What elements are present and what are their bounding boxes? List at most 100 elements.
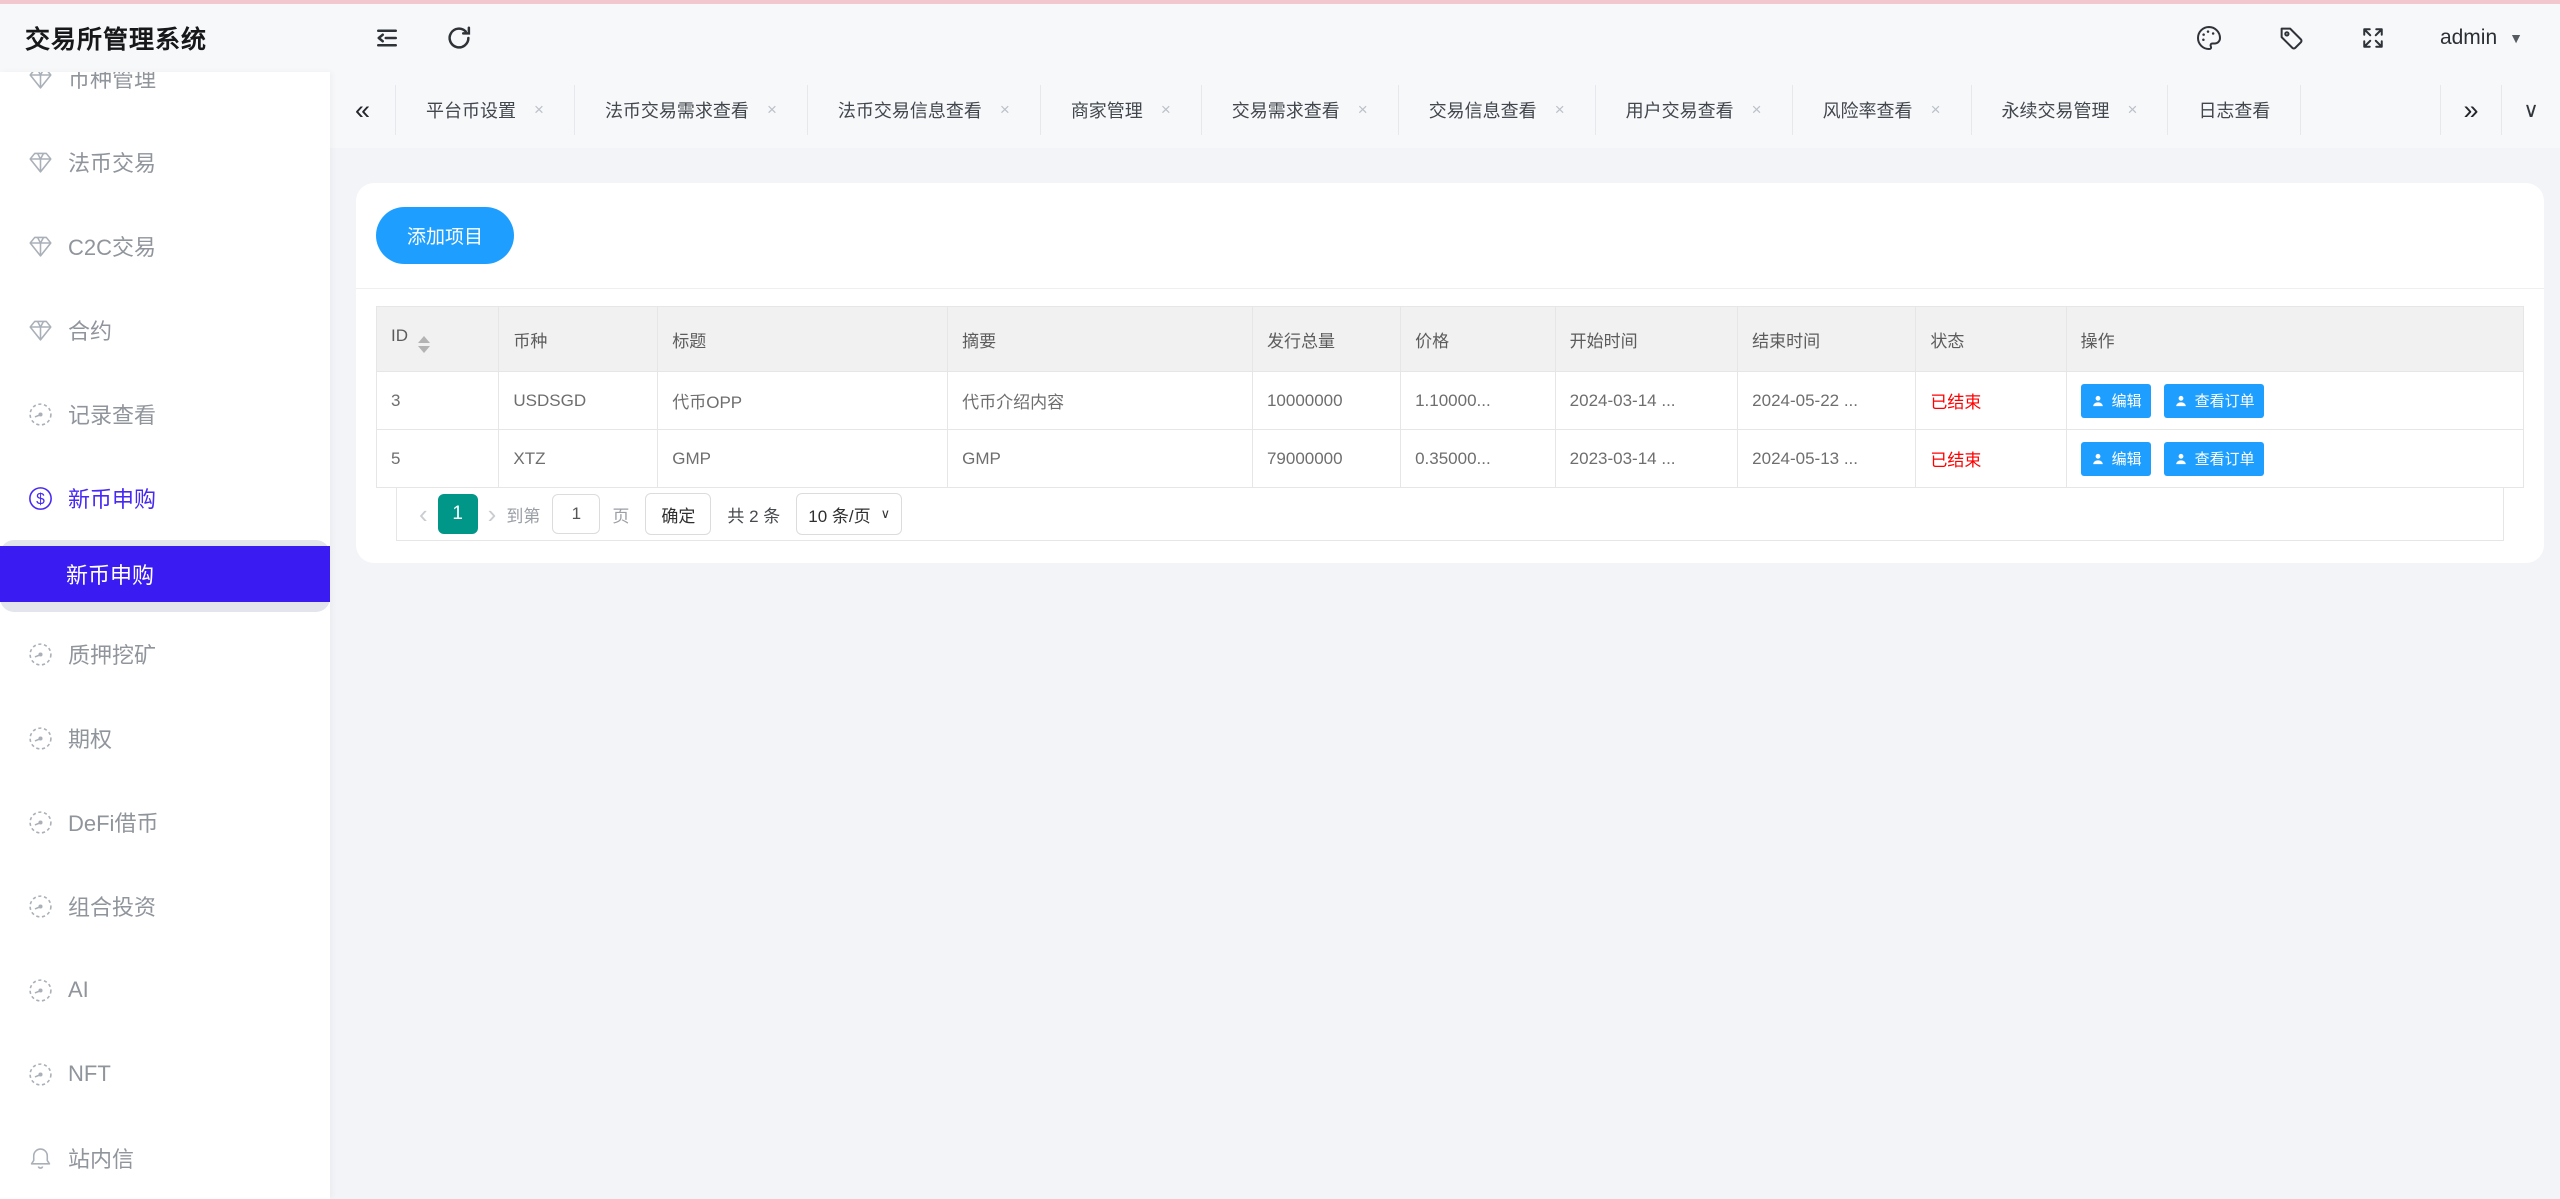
column-label: 开始时间 [1569, 331, 1638, 351]
sidebar-item-label: 合约 [68, 319, 113, 344]
sidebar-item-label: 期权 [68, 727, 113, 752]
page-size-select[interactable]: 10 条/页 ∨ [796, 493, 903, 535]
data-table: ID 币种 标题 摘要 发行总量 价格 开始时间 结束时间 状态 操作 3 USDSGD 代币OPP 代… [375, 306, 2525, 488]
tab-list: 平台币设置 × 法币交易需求查看 × 法币交易信息查看 × 商家管理 × 交易需求查看 × 交易信息… [396, 85, 2440, 135]
tab-label: 法币交易需求查看 [604, 101, 749, 121]
tab-close-icon[interactable]: × [767, 100, 777, 120]
view-orders-button[interactable]: 查看订单 [2163, 383, 2264, 418]
column-label: 币种 [513, 331, 548, 351]
tag-icon[interactable] [2276, 23, 2306, 53]
sidebar-item[interactable]: 期权 [0, 696, 330, 780]
sidebar-item[interactable]: 记录查看 [0, 372, 330, 456]
column-header: 状态 [1915, 306, 2067, 372]
tabs-dropdown-icon[interactable]: ∨ [2502, 85, 2560, 135]
column-label: 状态 [1930, 331, 1965, 351]
tab-close-icon[interactable]: × [1000, 100, 1010, 120]
prev-page-icon[interactable]: ‹ [409, 499, 438, 530]
tabs-scroll-right-icon[interactable]: » [2440, 85, 2502, 135]
cell-actions: 编辑 查看订单 [2065, 371, 2525, 430]
sidebar-item[interactable]: 质押挖矿 [0, 612, 330, 696]
action-label: 查看订单 [2194, 451, 2255, 468]
sidebar-item[interactable]: AI [0, 948, 330, 1032]
refresh-icon[interactable] [444, 23, 474, 53]
view-orders-button[interactable]: 查看订单 [2163, 441, 2264, 476]
action-label: 编辑 [2111, 393, 2142, 410]
user-menu[interactable]: admin ▼ [2440, 26, 2523, 50]
tab-close-icon[interactable]: × [1931, 100, 1941, 120]
palette-icon[interactable] [2194, 23, 2224, 53]
tab[interactable]: 用户交易查看 × [1596, 85, 1793, 135]
page-1-button[interactable]: 1 [437, 494, 478, 534]
column-header[interactable]: ID [375, 306, 500, 372]
sidebar-item[interactable]: 币种管理 [0, 72, 330, 120]
next-page-icon[interactable]: › [478, 499, 507, 530]
tab[interactable]: 永续交易管理 × [1972, 85, 2169, 135]
pagination: ‹ 1 › 到第 页 确定 共 2 条 10 条/页 ∨ [396, 488, 2504, 541]
edit-button[interactable]: 编辑 [2080, 383, 2151, 418]
column-header: 价格 [1400, 306, 1556, 372]
sidebar-menu: 币种管理 法币交易 C2C交易 合约 记录查看 $ 新币申购 新币申购 质押挖矿 期权 DeFi借币… [0, 72, 330, 1199]
column-header: 操作 [2065, 306, 2525, 372]
sort-icon[interactable] [418, 335, 430, 353]
sidebar-item[interactable]: DeFi借币 [0, 780, 330, 864]
sidebar-item-label: DeFi借币 [68, 811, 159, 836]
add-project-button[interactable]: 添加项目 [376, 207, 515, 264]
action-label: 查看订单 [2194, 393, 2255, 410]
sidebar-item-label: 质押挖矿 [68, 643, 157, 668]
sidebar-subitem[interactable]: 新币申购 [0, 546, 330, 602]
sidebar-item[interactable]: 合约 [0, 288, 330, 372]
tab-label: 日志查看 [2198, 101, 2271, 121]
gem-icon [26, 72, 55, 93]
fullscreen-icon[interactable] [2358, 23, 2388, 53]
cell-summary: GMP [947, 429, 1253, 488]
tab-close-icon[interactable]: × [1555, 100, 1565, 120]
tab[interactable]: 平台币设置 × [396, 85, 575, 135]
tab[interactable]: 风险率查看 × [1793, 85, 1972, 135]
tab-label: 用户交易查看 [1625, 101, 1734, 121]
sidebar-item-label: 新币申购 [68, 487, 157, 512]
cell-start-time: 2024-03-14 ... [1554, 371, 1739, 430]
cell-status: 已结束 [1915, 429, 2067, 488]
tab[interactable]: 日志查看 [2168, 85, 2302, 135]
user-icon [2173, 451, 2195, 467]
sidebar-item[interactable]: $ 新币申购 [0, 456, 330, 540]
sidebar-item[interactable]: 法币交易 [0, 120, 330, 204]
tab[interactable]: 交易需求查看 × [1202, 85, 1399, 135]
tab-bar: « 平台币设置 × 法币交易需求查看 × 法币交易信息查看 × 商家管理 × 交易需求查看 × 交易… [330, 72, 2560, 148]
gem-icon [26, 148, 55, 177]
username: admin [2439, 26, 2498, 49]
table-header-row: ID 币种 标题 摘要 发行总量 价格 开始时间 结束时间 状态 操作 [375, 306, 2525, 372]
sidebar-submenu: 新币申购 [0, 540, 330, 612]
cell-start-time: 2023-03-14 ... [1554, 429, 1739, 488]
sidebar-item[interactable]: NFT [0, 1032, 330, 1116]
tab-close-icon[interactable]: × [534, 100, 544, 120]
cell-total-supply: 10000000 [1251, 371, 1402, 430]
sidebar-item[interactable]: 组合投资 [0, 864, 330, 948]
gauge-icon [26, 724, 55, 753]
gauge-icon [26, 1060, 55, 1089]
tab-label: 平台币设置 [426, 101, 516, 121]
tab-close-icon[interactable]: × [1161, 100, 1171, 120]
tab[interactable]: 交易信息查看 × [1399, 85, 1596, 135]
goto-page-input[interactable] [552, 494, 601, 534]
confirm-page-button[interactable]: 确定 [645, 493, 712, 535]
gauge-icon [26, 976, 55, 1005]
tab-close-icon[interactable]: × [1358, 100, 1368, 120]
tab[interactable]: 商家管理 × [1041, 85, 1202, 135]
collapse-menu-icon[interactable] [372, 23, 402, 53]
cell-price: 1.10000... [1400, 371, 1556, 430]
tab-close-icon[interactable]: × [1752, 100, 1762, 120]
column-label: 操作 [2080, 331, 2115, 351]
column-label: 发行总量 [1266, 331, 1335, 351]
edit-button[interactable]: 编辑 [2080, 441, 2151, 476]
tab[interactable]: 法币交易信息查看 × [808, 85, 1041, 135]
sidebar-item[interactable]: 站内信 [0, 1116, 330, 1199]
sidebar-item[interactable]: C2C交易 [0, 204, 330, 288]
tab[interactable]: 法币交易需求查看 × [575, 85, 808, 135]
tab-label: 商家管理 [1070, 101, 1143, 121]
tabs-scroll-left-icon[interactable]: « [330, 85, 396, 135]
sidebar-item-label: 记录查看 [68, 403, 157, 428]
tab-label: 交易需求查看 [1231, 101, 1340, 121]
tab-close-icon[interactable]: × [2128, 100, 2138, 120]
status-badge: 已结束 [1930, 451, 1982, 470]
